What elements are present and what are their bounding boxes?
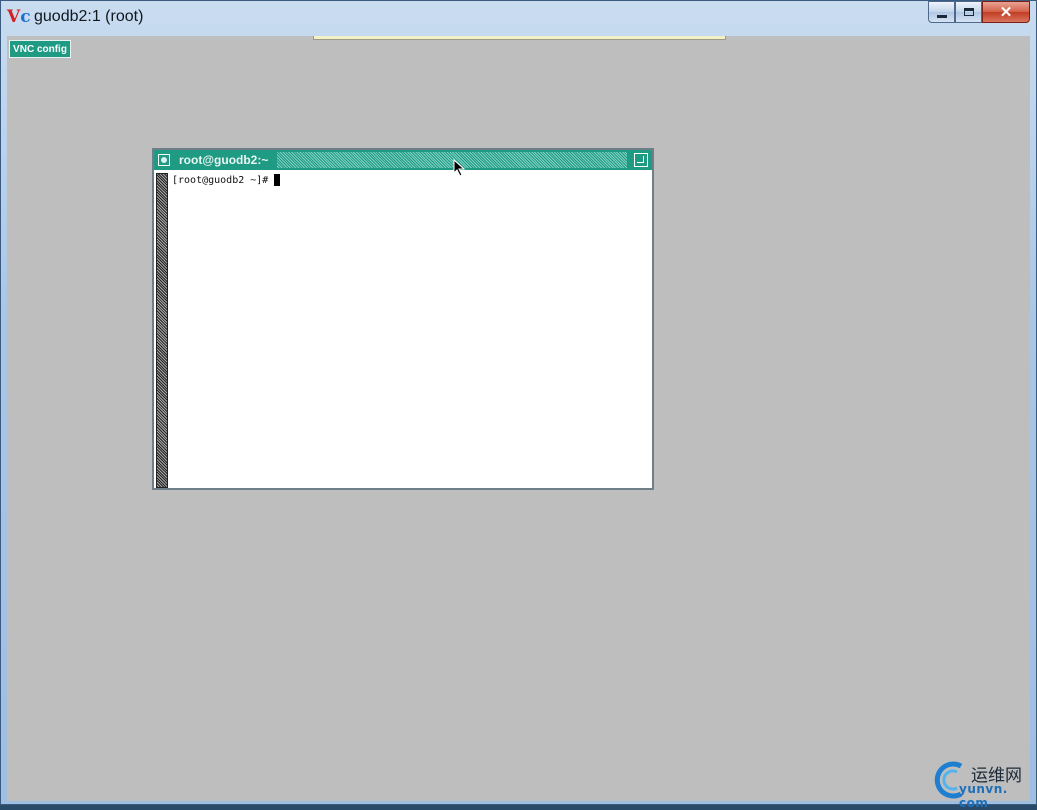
remote-desktop[interactable]: VNC config root@guodb2:~ [root@guodb2 ~]…: [7, 36, 1030, 801]
watermark-latin: yunvn. com: [959, 782, 1008, 810]
minimize-icon: [936, 14, 947, 18]
vnc-config-button[interactable]: VNC config: [9, 40, 71, 58]
minimize-button[interactable]: [928, 1, 955, 23]
window-title: guodb2:1 (root): [34, 8, 144, 25]
maximize-icon: [963, 8, 974, 16]
terminal-scrollbar[interactable]: [156, 173, 168, 488]
caption-buttons: ✕: [928, 1, 1030, 23]
maximize-button[interactable]: [955, 1, 982, 23]
vnc-app-icon[interactable]: Vc: [7, 7, 31, 27]
text-cursor: [274, 174, 281, 186]
iconify-button[interactable]: [158, 154, 170, 166]
close-icon: ✕: [999, 4, 1013, 21]
xterm-title: root@guodb2:~: [179, 153, 269, 167]
resize-icon: [637, 156, 644, 163]
close-button[interactable]: ✕: [982, 1, 1030, 23]
watermark: 运维网 yunvn. com: [931, 758, 1035, 810]
window-titlebar[interactable]: Vc guodb2:1 (root) ✕: [1, 1, 1036, 35]
top-panel-strip: [313, 36, 726, 40]
resize-button[interactable]: [634, 153, 648, 167]
terminal-output[interactable]: [root@guodb2 ~]#: [172, 174, 281, 186]
mouse-pointer-icon: [453, 159, 466, 177]
xterm-titlebar[interactable]: root@guodb2:~: [154, 150, 652, 170]
xterm-window[interactable]: root@guodb2:~ [root@guodb2 ~]#: [152, 148, 654, 490]
shell-prompt: [root@guodb2 ~]#: [172, 174, 269, 186]
titlebar-highlight: [277, 152, 627, 168]
vnc-viewer-window: Vc guodb2:1 (root) ✕ VNC config root@guo…: [0, 0, 1037, 810]
iconify-icon: [161, 157, 167, 163]
